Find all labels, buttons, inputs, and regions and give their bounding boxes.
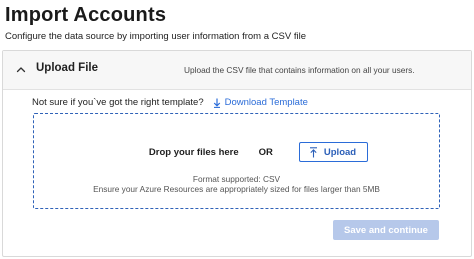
upload-icon [309,146,318,158]
template-question: Not sure if you`ve got the right templat… [32,97,204,108]
format-supported-text: Format supported: CSV [192,174,281,184]
file-size-note: Ensure your Azure Resources are appropri… [93,184,380,194]
download-template-label: Download Template [224,97,308,108]
upload-file-panel-header[interactable]: Upload File Upload the CSV file that con… [3,51,471,90]
template-row: Not sure if you`ve got the right templat… [32,97,308,108]
page-subtitle: Configure the data source by importing u… [5,31,306,42]
download-template-link[interactable]: Download Template [213,97,308,108]
panel-title: Upload File [36,62,98,74]
panel-description: Upload the CSV file that contains inform… [184,65,415,75]
chevron-up-icon[interactable] [15,64,27,76]
import-accounts-page: Import Accounts Configure the data sourc… [0,0,474,259]
drop-files-text: Drop your files here [148,146,239,158]
save-and-continue-button[interactable]: Save and continue [333,220,439,240]
download-arrow-icon [213,98,221,108]
page-title: Import Accounts [5,4,167,26]
file-dropzone[interactable]: Drop your files here OR Upload Format su… [33,113,440,209]
or-separator: OR [258,146,273,158]
upload-button[interactable]: Upload [298,142,369,162]
dropzone-actions: Drop your files here OR Upload [34,142,439,162]
upload-button-label: Upload [323,146,357,158]
